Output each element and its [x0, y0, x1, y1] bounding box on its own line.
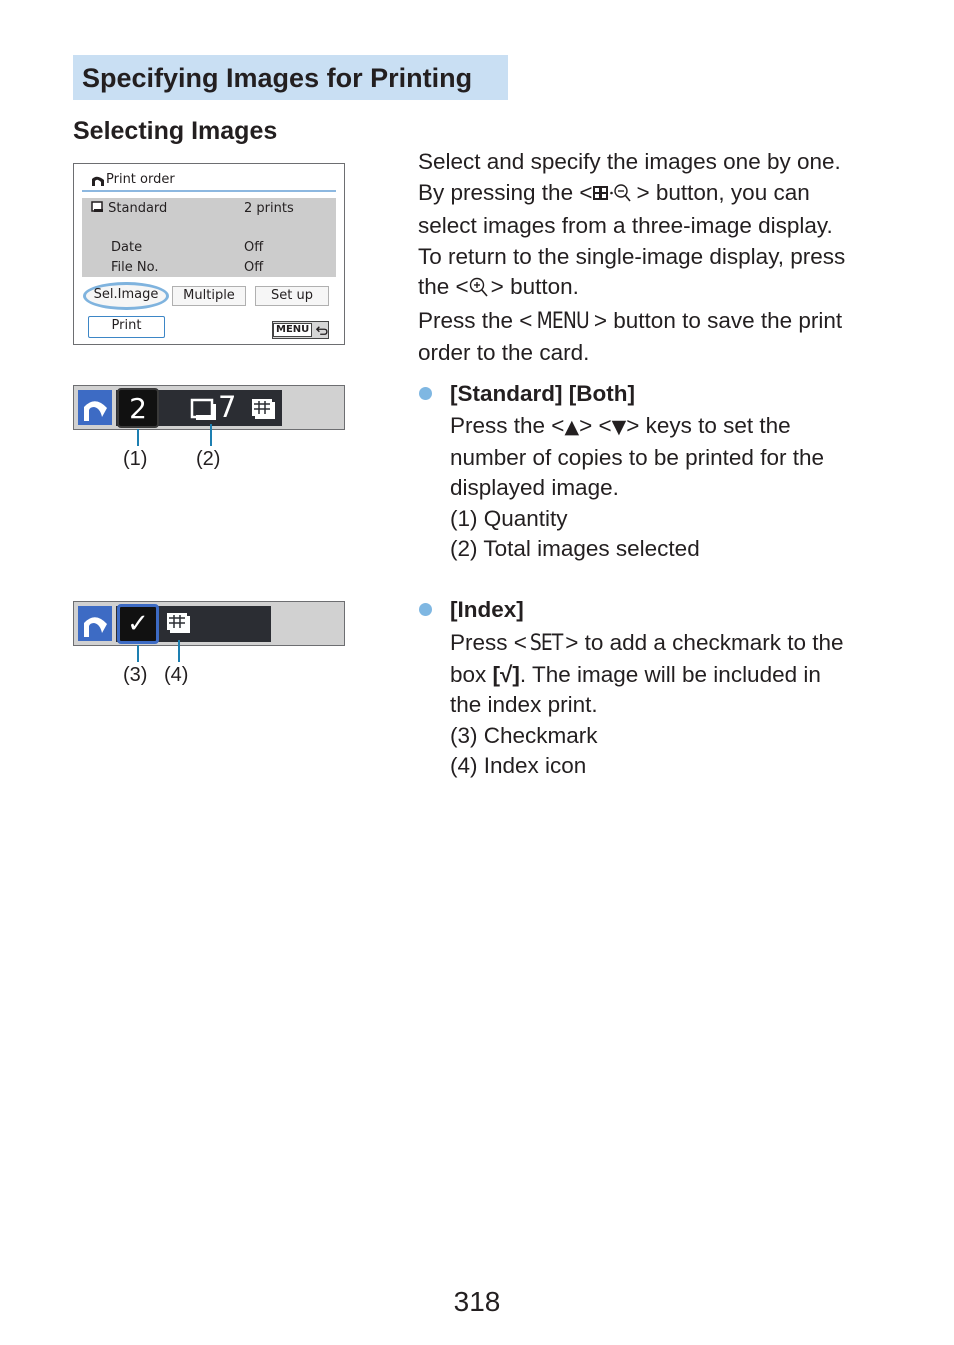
print-order-title-text: Print order	[106, 172, 175, 187]
print-order-screen: Print order Standard 2 prints Date Off F…	[73, 163, 345, 345]
file-no-value: Off	[244, 260, 264, 275]
text: > <	[579, 413, 612, 438]
standard-row[interactable]: Standard	[91, 201, 167, 216]
text: > to add a checkmark to the	[565, 630, 844, 655]
callout-3: (3)	[123, 664, 148, 686]
callout-2: (2)	[196, 448, 221, 470]
body-line: number of copies to be printed for the	[450, 444, 824, 470]
standard-strip: 2 7	[73, 385, 345, 430]
standard-label: Standard	[108, 201, 168, 216]
bullet-body-standard: Press the <▲> <▼> keys to set the number…	[450, 411, 900, 565]
callout-1: (1)	[123, 448, 148, 470]
menu-label: MENU	[273, 323, 313, 337]
print-order-title: Print order	[91, 172, 175, 187]
index-icon	[167, 613, 190, 633]
intro-paragraph: Select and specify the images one by one…	[418, 147, 898, 368]
body-line: (4) Index icon	[450, 753, 587, 779]
print-order-icon	[92, 176, 104, 186]
print-button[interactable]: Print	[88, 316, 165, 338]
print-order-mark	[78, 606, 112, 641]
checkbox-symbol: [√]	[492, 661, 520, 687]
text: box	[450, 661, 493, 687]
bullet-body-index: Press < SET > to add a checkmark to the bo…	[450, 628, 900, 782]
intro-line: To return to the single-image display, p…	[418, 243, 846, 269]
down-key-icon: ▼	[611, 416, 627, 438]
multiple-button[interactable]: Multiple	[172, 286, 246, 306]
bullet-heading-standard: [Standard] [Both]	[450, 381, 635, 406]
total-images-value: 7	[218, 390, 237, 424]
up-key-icon: ▲	[564, 416, 580, 438]
quantity-value: 2	[129, 391, 147, 425]
index-magnify-button-icon	[592, 181, 636, 212]
text: > keys to set the	[626, 413, 791, 438]
text: Press the <	[418, 307, 533, 333]
intro-line: By pressing the < > button, you can	[418, 178, 898, 212]
index-icon	[252, 399, 275, 419]
text: > button.	[490, 274, 579, 300]
leader-line-2	[210, 424, 212, 446]
standard-print-icon	[190, 398, 216, 420]
date-label: Date	[111, 240, 143, 255]
text: > button to save the print	[593, 307, 843, 333]
text: Press <	[450, 630, 527, 655]
intro-line: Select and specify the images one by one…	[418, 149, 841, 174]
magnify-button-icon	[469, 275, 491, 306]
menu-back-button[interactable]: MENU	[272, 321, 329, 339]
bullet-heading-index: [Index]	[450, 597, 524, 622]
body-line: displayed image.	[450, 475, 619, 501]
quantity-box[interactable]: 2	[117, 388, 159, 428]
index-indicator	[251, 398, 277, 425]
index-strip: ✓	[73, 601, 345, 646]
intro-line: order to the card.	[418, 339, 590, 365]
index-indicator	[166, 612, 192, 641]
sel-image-button[interactable]: Sel.Image	[83, 282, 169, 310]
leader-line-1	[137, 429, 139, 446]
text: Press the <	[450, 413, 565, 438]
intro-line: Press the < MENU > button to save the prin…	[418, 306, 898, 338]
date-value: Off	[244, 240, 264, 255]
section-title: Specifying Images for Printing	[73, 55, 508, 100]
print-order-icon	[84, 616, 107, 637]
intro-line: the < > button.	[418, 272, 898, 306]
checkmark-icon: ✓	[127, 609, 149, 639]
file-no-label: File No.	[111, 260, 159, 275]
set-key-label: SET	[529, 631, 563, 656]
print-order-mark	[78, 390, 112, 425]
standard-print-icon	[91, 201, 103, 212]
print-order-icon	[84, 400, 107, 421]
body-line: Press the <▲> <▼> keys to set the	[450, 411, 900, 443]
standard-value: 2 prints	[244, 201, 294, 216]
body-line: (3) Checkmark	[450, 722, 598, 748]
page-number: 318	[453, 1286, 501, 1317]
subsection-title: Selecting Images	[73, 117, 278, 145]
text: the <	[418, 274, 469, 300]
leader-line-3	[137, 645, 139, 662]
intro-line: select images from a three-image display…	[418, 213, 833, 239]
text: . The image will be included in	[519, 661, 821, 687]
menu-key-label: MENU	[537, 308, 590, 334]
body-line: (2) Total images selected	[450, 536, 700, 562]
body-line: the index print.	[450, 692, 598, 718]
text: By pressing the <	[418, 179, 593, 205]
leader-line-4	[178, 640, 180, 662]
set-up-button[interactable]: Set up	[255, 286, 329, 306]
checkmark-box[interactable]: ✓	[117, 604, 159, 644]
body-line: box [√]. The image will be included in	[450, 660, 900, 691]
return-arrow-icon	[316, 325, 328, 335]
body-line: (1) Quantity	[450, 505, 568, 531]
body-line: Press < SET > to add a checkmark to the	[450, 628, 900, 660]
callout-4: (4)	[164, 664, 189, 686]
text: > button, you can	[636, 179, 810, 205]
bullet-icon	[419, 387, 432, 400]
bullet-icon	[419, 603, 432, 616]
title-divider	[82, 190, 336, 192]
total-images-indicator	[190, 398, 218, 427]
